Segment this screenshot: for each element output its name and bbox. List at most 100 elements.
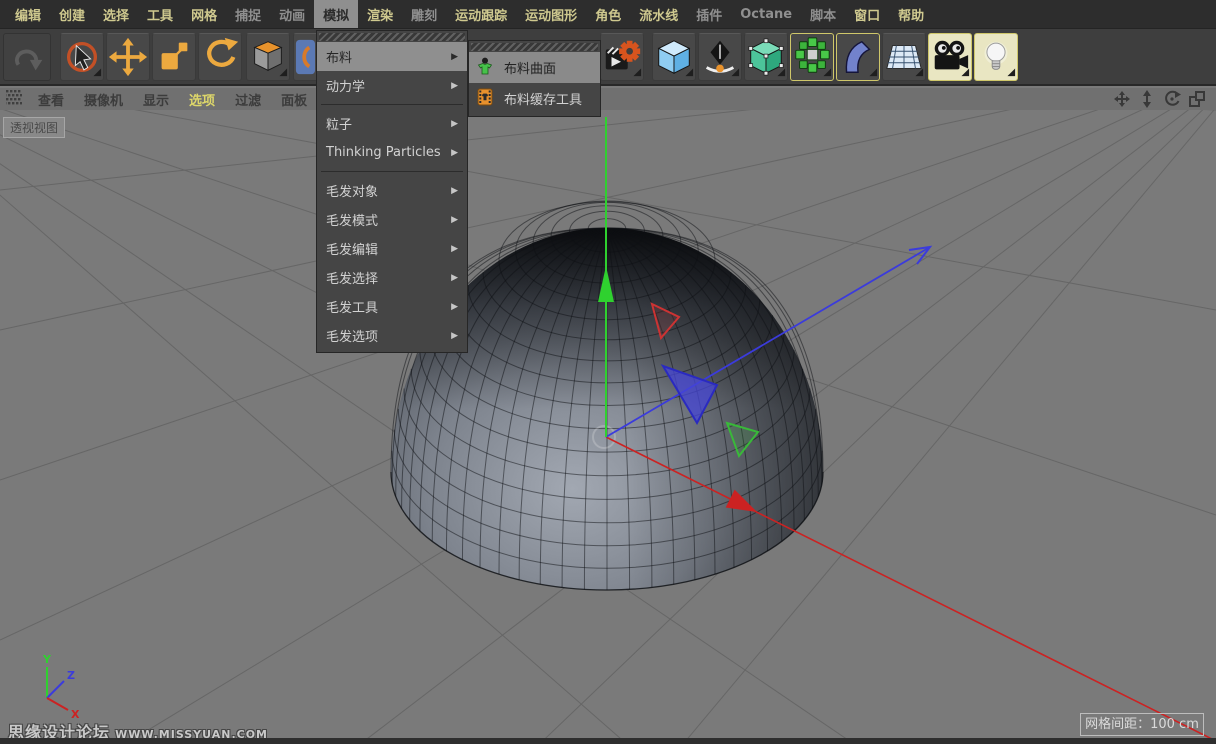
submenu-arrow-icon: ▶: [451, 244, 458, 254]
floor-button[interactable]: [882, 33, 926, 81]
menu-渲染[interactable]: 渲染: [358, 0, 402, 28]
menu-Octane[interactable]: Octane: [731, 0, 801, 28]
menu-工具[interactable]: 工具: [138, 0, 182, 28]
viewport-menu-显示[interactable]: 显示: [133, 90, 179, 109]
viewport-menubar: 查看摄像机显示选项过滤面板: [0, 88, 1216, 110]
light-button[interactable]: [974, 33, 1018, 81]
bend-icon: [837, 34, 879, 80]
menu-item-毛发模式[interactable]: 毛发模式 ▶: [317, 205, 467, 234]
svg-text:Y: Y: [42, 653, 52, 666]
menu-item-布料[interactable]: 布料 ▶: [317, 42, 467, 71]
menu-选择[interactable]: 选择: [94, 0, 138, 28]
menu-item-布料曲面[interactable]: 布料曲面: [469, 52, 600, 83]
floor-icon: [883, 34, 925, 80]
menu-item-label: 毛发编辑: [326, 239, 378, 258]
add-cube-button[interactable]: [652, 33, 696, 81]
viewport-menu-过滤[interactable]: 过滤: [225, 90, 271, 109]
menu-捕捉[interactable]: 捕捉: [226, 0, 270, 28]
menu-帮助[interactable]: 帮助: [889, 0, 933, 28]
menu-item-毛发对象[interactable]: 毛发对象 ▶: [317, 176, 467, 205]
subdivision-surface-button[interactable]: [744, 33, 788, 81]
menu-插件[interactable]: 插件: [687, 0, 731, 28]
viewport-menu-选项[interactable]: 选项: [179, 90, 225, 109]
menu-item-毛发编辑[interactable]: 毛发编辑 ▶: [317, 234, 467, 263]
submenu-arrow-icon: ▶: [451, 215, 458, 225]
live-selection-button[interactable]: [60, 33, 104, 81]
scene-svg[interactable]: YZX: [0, 110, 1216, 744]
primitive-cube-icon: [653, 34, 695, 80]
move-tool-button[interactable]: [106, 33, 150, 81]
scale-icon: [153, 34, 195, 80]
maximize-view-icon[interactable]: [1188, 90, 1206, 108]
menu-模拟[interactable]: 模拟: [314, 0, 358, 28]
viewport-menu-面板[interactable]: 面板: [271, 90, 317, 109]
menu-动画[interactable]: 动画: [270, 0, 314, 28]
bottom-strip: [0, 738, 1216, 744]
scale-tool-button[interactable]: [152, 33, 196, 81]
menu-窗口[interactable]: 窗口: [845, 0, 889, 28]
live-selection-icon: [61, 34, 103, 80]
zoom-view-icon[interactable]: [1138, 90, 1156, 108]
viewport-nav-icons: [1113, 90, 1216, 108]
menu-编辑[interactable]: 编辑: [6, 0, 50, 28]
menu-item-label: 动力学: [326, 76, 365, 95]
undo-icon: [4, 34, 50, 80]
menu-item-label: Thinking Particles: [326, 145, 441, 160]
menu-运动图形[interactable]: 运动图形: [516, 0, 586, 28]
menu-item-label: 布料曲面: [504, 58, 556, 77]
menu-item-label: 毛发选择: [326, 268, 378, 287]
viewport-menu-查看[interactable]: 查看: [28, 90, 74, 109]
tearoff-strip[interactable]: [471, 43, 598, 51]
viewport-canvas[interactable]: YZX: [0, 110, 1216, 744]
menu-item-粒子[interactable]: 粒子▶: [317, 109, 467, 138]
cloner-button[interactable]: [790, 33, 834, 81]
menu-item-Thinking Particles[interactable]: Thinking Particles▶: [317, 138, 467, 167]
menu-创建[interactable]: 创建: [50, 0, 94, 28]
simulate-menu: 布料▶动力学▶粒子▶Thinking Particles▶毛发对象▶毛发模式▶毛…: [316, 30, 468, 353]
menu-网格[interactable]: 网格: [182, 0, 226, 28]
subdiv-cube-icon: [745, 34, 787, 80]
cloth-submenu: 布料曲面布料缓存工具: [468, 40, 601, 117]
submenu-arrow-icon: ▶: [451, 302, 458, 312]
submenu-arrow-icon: ▶: [451, 52, 458, 62]
svg-text:Z: Z: [67, 669, 75, 682]
camera-icon: [929, 34, 971, 80]
render-settings-button[interactable]: [600, 33, 644, 81]
pan-view-icon[interactable]: [1113, 90, 1131, 108]
menu-雕刻[interactable]: 雕刻: [402, 0, 446, 28]
menu-item-label: 布料: [326, 47, 352, 66]
rotate-tool-button[interactable]: [198, 33, 242, 81]
undo-button[interactable]: [3, 33, 51, 81]
submenu-arrow-icon: ▶: [451, 331, 458, 341]
submenu-arrow-icon: ▶: [451, 186, 458, 196]
world-axis-gizmo: YZX: [42, 653, 80, 721]
tearoff-strip[interactable]: [319, 33, 465, 41]
viewport-menu-摄像机[interactable]: 摄像机: [74, 90, 133, 109]
spline-pen-button[interactable]: [698, 33, 742, 81]
bend-deformer-button[interactable]: [836, 33, 880, 81]
cinema4d-window: 编辑创建选择工具网格捕捉动画模拟渲染雕刻运动跟踪运动图形角色流水线插件Octan…: [0, 0, 1216, 744]
coord-system-button[interactable]: [246, 33, 290, 81]
menu-item-label: 毛发选项: [326, 326, 378, 345]
menu-角色[interactable]: 角色: [586, 0, 630, 28]
camera-button[interactable]: [928, 33, 972, 81]
menu-item-布料缓存工具[interactable]: 布料缓存工具: [469, 83, 600, 114]
rotate-view-icon[interactable]: [1163, 90, 1181, 108]
menu-item-label: 毛发模式: [326, 210, 378, 229]
menu-item-毛发工具[interactable]: 毛发工具▶: [317, 292, 467, 321]
pen-icon: [699, 34, 741, 80]
main-menubar: 编辑创建选择工具网格捕捉动画模拟渲染雕刻运动跟踪运动图形角色流水线插件Octan…: [0, 0, 1216, 28]
menu-item-毛发选项[interactable]: 毛发选项 ▶: [317, 321, 467, 350]
menu-item-动力学[interactable]: 动力学 ▶: [317, 71, 467, 100]
bulb-icon: [975, 34, 1017, 80]
coord-cube-icon: [247, 34, 289, 80]
menu-item-毛发选择[interactable]: 毛发选择▶: [317, 263, 467, 292]
menu-脚本[interactable]: 脚本: [801, 0, 845, 28]
menu-item-label: 毛发对象: [326, 181, 378, 200]
menu-运动跟踪[interactable]: 运动跟踪: [446, 0, 516, 28]
submenu-arrow-icon: ▶: [451, 81, 458, 91]
submenu-arrow-icon: ▶: [451, 119, 458, 129]
menu-流水线[interactable]: 流水线: [630, 0, 687, 28]
viewport-grid-icon[interactable]: [6, 90, 22, 109]
cloner-icon: [791, 34, 833, 80]
